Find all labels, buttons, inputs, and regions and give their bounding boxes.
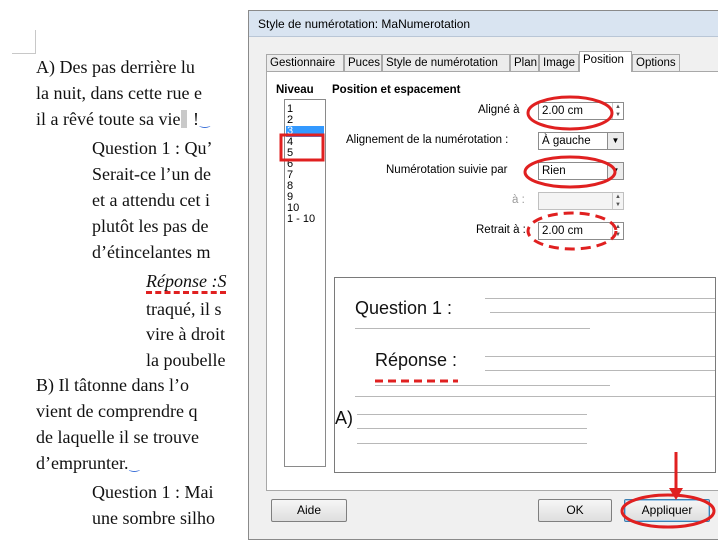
doc-line: traqué, il s [146,298,221,320]
preview-line [485,356,715,357]
preview-reponse: Réponse : [375,350,458,370]
spin-down-icon[interactable]: ▼ [613,111,623,119]
doc-line: de laquelle il se trouve [36,426,199,448]
doc-line: et a attendu cet i [92,189,210,211]
doc-text: vient de comprendre q [36,401,198,421]
level-list[interactable]: 1 2 3 4 5 6 7 8 9 10 1 - 10 [284,99,326,467]
doc-text: la nuit, dans cette rue e [36,83,202,103]
retrait-spinbox[interactable]: 2.00 cm ▲ ▼ [538,222,624,240]
doc-line: d’étincelantes m [92,241,210,263]
page-corner-mark [12,30,36,54]
doc-line: Serait-ce l’un de [92,163,211,185]
doc-text: il a rêvé toute sa vie [36,109,181,129]
retrait-spin-arrows[interactable]: ▲ ▼ [612,223,623,239]
a-spinbox: ▲ ▼ [538,192,624,210]
ok-button[interactable]: OK [538,499,612,522]
tab-puces[interactable]: Puces [344,54,382,72]
spin-up-icon: ▲ [615,194,621,200]
chevron-down-icon[interactable]: ▼ [607,163,623,179]
preview-line [485,298,715,299]
doc-text: Question 1 : Mai [92,482,214,502]
doc-text: A) Des pas derrière lu [36,57,195,77]
a-label: à : [512,194,525,206]
retrait-label: Retrait à : [476,224,526,236]
doc-line: vire à droit [146,323,225,345]
preview-question: Question 1 : [355,298,453,318]
spin-up-icon[interactable]: ▲ [613,103,623,111]
doc-text: plutôt les pas de [92,216,209,236]
preview-line [357,428,587,429]
section-title: Position et espacement [332,84,461,96]
doc-line: il a rêvé toute sa vie !‿ [36,108,210,132]
preview-line [355,396,715,397]
preview-line [357,414,587,415]
doc-text-reponse: Réponse :S [146,271,227,294]
doc-text: d’étincelantes m [92,242,211,262]
preview-line [355,328,590,329]
tab-position[interactable]: Position [579,51,632,72]
doc-line: la nuit, dans cette rue e [36,82,202,104]
aligne-spinbox[interactable]: 2.00 cm ▲ ▼ [538,102,624,120]
level-item[interactable]: 1 - 10 [286,214,324,225]
doc-text: vire à droit [146,324,225,344]
doc-text: la poubelle [146,350,226,370]
doc-line: Réponse :S [146,270,227,294]
doc-text: B) Il tâtonne dans l’o [36,375,189,395]
dialog-titlebar[interactable]: Style de numérotation: MaNumerotation [249,11,718,37]
a-spin-arrows: ▲ ▼ [612,193,623,209]
tab-gestionnaire[interactable]: Gestionnaire [266,54,344,72]
aligne-label: Aligné à [478,104,520,116]
aligne-value: 2.00 cm [542,105,583,117]
doc-line: d’emprunter.‿ [36,452,139,476]
preview-a: A) [335,408,353,428]
doc-text: de laquelle il se trouve [36,427,199,447]
suivie-select[interactable]: Rien ▼ [538,162,624,180]
tab-style-numerotation[interactable]: Style de numérotation [382,54,510,72]
doc-text: d’emprunter. [36,453,129,473]
doc-line: la poubelle [146,349,225,371]
niveau-heading: Niveau [276,84,314,96]
paragraph-mark-icon: ‿ [129,458,140,472]
aligne-spin-arrows[interactable]: ▲ ▼ [612,103,623,119]
alignement-label: Alignement de la numérotation : [346,134,509,146]
doc-text: et a attendu cet i [92,190,210,210]
chevron-down-icon[interactable]: ▼ [607,133,623,149]
spin-up-icon[interactable]: ▲ [613,223,623,231]
doc-line: une sombre silho [92,507,215,529]
doc-line: B) Il tâtonne dans l’o [36,374,189,396]
appliquer-button[interactable]: Appliquer [624,499,710,522]
preview-line [357,443,587,444]
doc-text: une sombre silho [92,508,215,528]
text-cursor [181,110,188,128]
preview-line [485,370,715,371]
spin-down-icon: ▼ [615,202,621,208]
spin-down-icon[interactable]: ▼ [613,231,623,239]
doc-line: A) Des pas derrière lu [36,56,195,78]
doc-text: traqué, il s [146,299,222,319]
retrait-value: 2.00 cm [542,225,583,237]
alignement-select[interactable]: À gauche ▼ [538,132,624,150]
preview-line [375,385,610,386]
doc-text: Serait-ce l’un de [92,164,211,184]
aide-button[interactable]: Aide [271,499,347,522]
doc-line: vient de comprendre q [36,400,197,422]
suivie-value: Rien [542,165,566,177]
doc-text: Question 1 : Qu’ [92,138,213,158]
tab-plan[interactable]: Plan [510,54,539,72]
dialog-title: Style de numérotation: MaNumerotation [258,17,471,31]
doc-text: ! [188,109,199,129]
doc-line: Question 1 : Mai [92,481,214,503]
paragraph-mark-icon: ‿ [199,114,210,128]
suivie-label: Numérotation suivie par [386,164,508,176]
doc-line: Question 1 : Qu’ [92,137,213,159]
preview-line [490,312,715,313]
tab-image[interactable]: Image [539,54,579,72]
numbering-preview: Question 1 : Réponse : A) [334,277,716,473]
doc-line: plutôt les pas de [92,215,208,237]
alignement-value: À gauche [542,135,591,147]
tab-options[interactable]: Options [632,54,680,72]
